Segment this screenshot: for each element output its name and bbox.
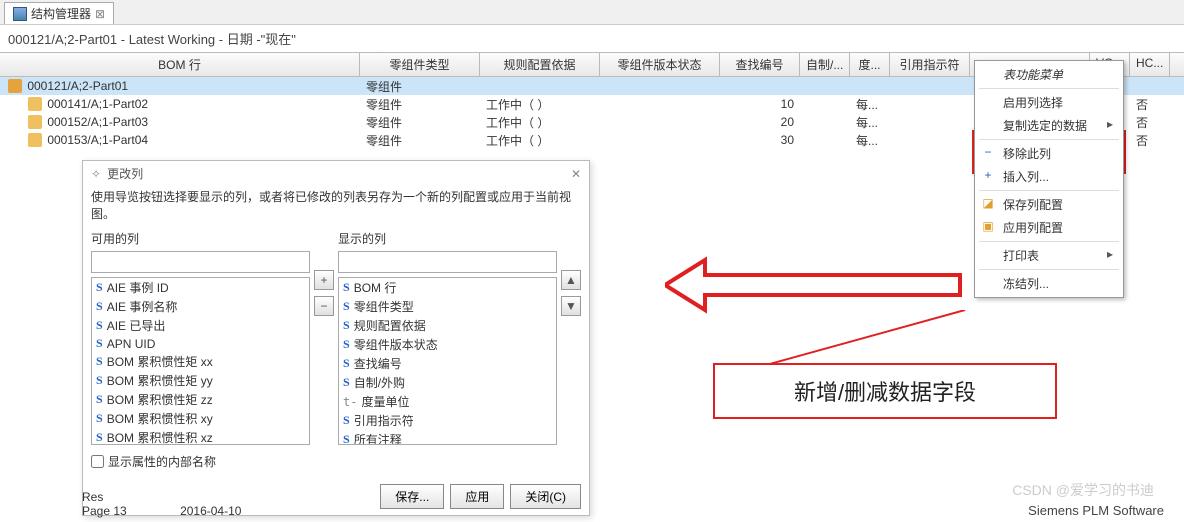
dialog-desc: 使用导览按钮选择要显示的列，或者将已修改的列表另存为一个新的列配置或应用于当前视… [83,186,589,230]
checkbox-label: 显示属性的内部名称 [108,453,216,470]
list-item[interactable]: SAPN UID [92,335,309,352]
list-item[interactable]: S引用指示符 [339,411,556,430]
col-bom[interactable]: BOM 行 [0,53,360,76]
watermark: CSDN @爱学习的书迪 [1012,480,1154,500]
menu-item[interactable]: 复制选定的数据▸ [975,114,1123,137]
list-item[interactable]: SBOM 累积惯性矩 zz [92,390,309,409]
shown-filter-input[interactable] [338,251,557,273]
annotation-text: 新增/删减数据字段 [713,363,1057,419]
list-item[interactable]: S所有注释 [339,430,556,445]
close-button[interactable]: 关闭(C) [510,484,581,509]
part-icon [28,133,42,147]
menu-item[interactable]: 表功能菜单 [975,63,1123,86]
part-icon [28,115,42,129]
col-type[interactable]: 零组件类型 [360,53,480,76]
menu-icon: − [981,145,995,159]
col-ref[interactable]: 引用指示符 [890,53,970,76]
list-item[interactable]: S零组件版本状态 [339,335,556,354]
wand-icon: ✧ [91,167,101,181]
col-status[interactable]: 零组件版本状态 [600,53,720,76]
shown-columns-list[interactable]: SBOM 行S零组件类型S规则配置依据S零组件版本状态S查找编号S自制/外购t-… [338,277,557,445]
available-filter-input[interactable] [91,251,310,273]
list-item[interactable]: SBOM 累积惯性矩 xx [92,352,309,371]
chevron-right-icon: ▸ [1107,117,1113,131]
move-up-button[interactable]: ▲ [561,270,581,290]
col-make[interactable]: 自制/... [800,53,850,76]
list-item[interactable]: SBOM 行 [339,278,556,297]
save-button[interactable]: 保存... [380,484,444,509]
footer-left: Res Page 13 2016-04-10 [82,490,241,518]
dialog-title: 更改列 [107,165,143,182]
list-item[interactable]: S规则配置依据 [339,316,556,335]
list-item[interactable]: S查找编号 [339,354,556,373]
menu-icon: ◪ [981,196,995,210]
menu-icon: + [981,168,995,182]
add-column-button[interactable]: + [314,270,334,290]
menu-item[interactable]: 冻结列... [975,272,1123,295]
available-label: 可用的列 [91,230,310,247]
list-item[interactable]: S自制/外购 [339,373,556,392]
apply-button[interactable]: 应用 [450,484,504,509]
tab-label: 结构管理器 [31,5,91,22]
list-item[interactable]: SAIE 已导出 [92,316,309,335]
shown-label: 显示的列 [338,230,557,247]
footer-brand: Siemens PLM Software [1028,503,1164,518]
available-columns-list[interactable]: SAIE 事例 IDSAIE 事例名称SAIE 已导出SAPN UIDSBOM … [91,277,310,445]
move-down-button[interactable]: ▼ [561,296,581,316]
list-item[interactable]: SAIE 事例 ID [92,278,309,297]
menu-item[interactable]: ◪保存列配置 [975,193,1123,216]
change-columns-dialog: ✧ 更改列 ✕ 使用导览按钮选择要显示的列，或者将已修改的列表另存为一个新的列配置… [82,160,590,516]
list-item[interactable]: SBOM 累积惯性积 xz [92,428,309,445]
chevron-right-icon: ▸ [1107,247,1113,261]
list-item[interactable]: SBOM 累积惯性矩 yy [92,371,309,390]
breadcrumb: 000121/A;2-Part01 - Latest Working - 日期 … [0,25,1184,52]
menu-item[interactable]: +插入列... [975,165,1123,188]
list-item[interactable]: t-度量单位 [339,392,556,411]
menu-item[interactable]: 打印表▸ [975,244,1123,267]
list-item[interactable]: S零组件类型 [339,297,556,316]
context-menu: 表功能菜单启用列选择复制选定的数据▸ −移除此列+插入列... ◪保存列配置▣应用列… [974,60,1124,298]
col-rule[interactable]: 规则配置依据 [480,53,600,76]
list-item[interactable]: SBOM 累积惯性积 xy [92,409,309,428]
remove-column-button[interactable]: − [314,296,334,316]
app-icon [13,7,27,21]
part-icon [28,97,42,111]
col-unit[interactable]: 度... [850,53,890,76]
col-find[interactable]: 查找编号 [720,53,800,76]
annotation-arrow [665,255,965,315]
menu-icon: ▣ [981,219,995,233]
window-tab-bar: 结构管理器 ⊠ [0,0,1184,25]
menu-item[interactable]: −移除此列 [975,142,1123,165]
col-hc[interactable]: HC... [1130,53,1170,76]
close-icon[interactable]: ⊠ [95,7,105,21]
part-icon [8,79,22,93]
menu-item[interactable]: ▣应用列配置 [975,216,1123,239]
close-icon[interactable]: ✕ [571,167,581,181]
tab-structure-manager[interactable]: 结构管理器 ⊠ [4,2,114,24]
show-internal-names-checkbox[interactable] [91,455,104,468]
list-item[interactable]: SAIE 事例名称 [92,297,309,316]
menu-item[interactable]: 启用列选择 [975,91,1123,114]
